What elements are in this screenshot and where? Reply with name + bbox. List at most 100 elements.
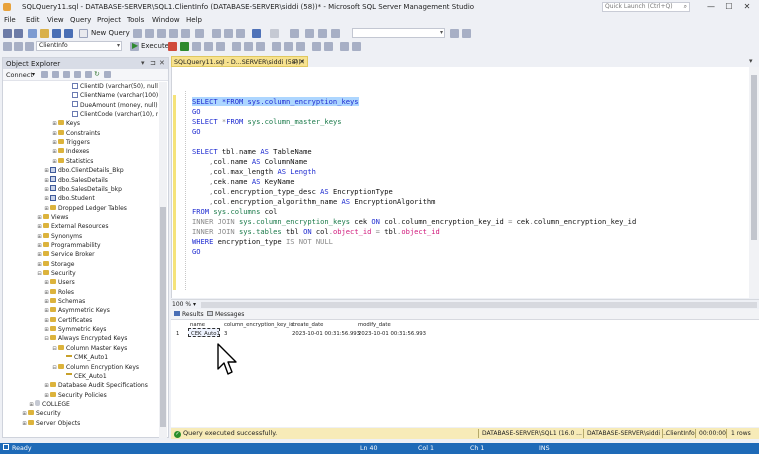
comment-icon[interactable] [312, 42, 321, 51]
menu-help[interactable]: Help [186, 16, 202, 24]
tab-messages[interactable]: Messages [207, 311, 244, 318]
find-icon[interactable] [450, 29, 459, 38]
tree-node[interactable]: DueAmount (money, null) [65, 101, 158, 110]
menu-query[interactable]: Query [70, 16, 91, 24]
menu-edit[interactable]: Edit [26, 16, 40, 24]
close-button[interactable]: ✕ [740, 1, 754, 13]
chevron-down-icon[interactable]: ▾ [32, 71, 35, 78]
close-icon[interactable]: ✕ [299, 58, 305, 66]
tree-node[interactable]: ⊞ Synonyms [36, 232, 82, 241]
menu-window[interactable]: Window [152, 16, 180, 24]
results-to-grid-icon[interactable] [284, 42, 293, 51]
object-explorer-scrollbar[interactable] [159, 82, 167, 438]
tree-node[interactable]: ⊞ Dropped Ledger Tables [43, 204, 127, 213]
tree-node[interactable]: ⊞ Schemas [43, 297, 85, 306]
tree-node[interactable]: ⊟ Column Encryption Keys [51, 363, 139, 372]
tree-node[interactable]: ⊞ Users [43, 278, 75, 287]
tree-node[interactable]: ⊞ dbo.Student [43, 194, 95, 203]
tree-node[interactable]: ⊞ Symmetric Keys [43, 325, 106, 334]
tree-node[interactable]: ⊞ Security Policies [43, 391, 107, 400]
tree-node[interactable]: CMK_Auto1 [59, 353, 108, 362]
tree-node[interactable]: ⊞ Keys [51, 119, 80, 128]
pin-icon[interactable]: ⊐ [150, 59, 156, 67]
clear-filter-icon[interactable] [85, 71, 92, 78]
save-all-icon[interactable] [64, 29, 73, 38]
database-engine-query-icon[interactable] [133, 29, 142, 38]
solution-explorer-icon[interactable] [305, 29, 314, 38]
tree-node[interactable]: ⊞ dbo.ClientDetails_Bkp [43, 166, 124, 175]
zoom-select[interactable]: 100 % ▾ [172, 301, 196, 308]
column-header-modify-date[interactable]: modify_date [358, 322, 391, 328]
collapse-icon[interactable]: ⊟ [51, 345, 58, 354]
maximize-button[interactable]: ☐ [722, 1, 736, 13]
menu-view[interactable]: View [47, 16, 64, 24]
back-icon[interactable] [3, 29, 12, 38]
tree-node[interactable]: ⊞ Service Broker [36, 250, 95, 259]
menu-project[interactable]: Project [97, 16, 121, 24]
live-stats-icon[interactable] [244, 42, 253, 51]
tree-node[interactable]: ClientName (varchar(100), null) [65, 91, 158, 100]
toolbox-icon[interactable] [331, 29, 340, 38]
collapse-icon[interactable]: ⊟ [51, 364, 58, 373]
tree-node[interactable]: CEK_Auto1 [59, 372, 107, 381]
close-icon[interactable]: ✕ [159, 59, 165, 67]
search-combo[interactable]: ▾ [352, 28, 445, 38]
connect-icon[interactable] [3, 42, 12, 51]
tree-node[interactable]: ⊞ Server Objects [21, 419, 80, 428]
tree-node[interactable]: ⊞ Statistics [51, 157, 93, 166]
tree-node[interactable]: ⊟ Column Master Keys [51, 344, 127, 353]
paste-icon[interactable] [236, 29, 245, 38]
properties-icon[interactable] [318, 29, 327, 38]
results-to-text-icon[interactable] [272, 42, 281, 51]
tree-node[interactable]: ⊞ Storage [36, 260, 74, 269]
sql-editor[interactable]: SELECT *FROM sys.column_encryption_keys G… [171, 67, 759, 298]
tree-node[interactable]: ⊞ dbo.SalesDetails [43, 176, 108, 185]
editor-horizontal-scrollbar[interactable] [201, 302, 757, 308]
tree-node[interactable]: ClientCode (varchar(10), null) [65, 110, 158, 119]
tab-list-dropdown[interactable]: ▾ [749, 57, 753, 65]
activity-icon[interactable] [104, 71, 111, 78]
cancel-query-icon[interactable] [168, 42, 177, 51]
minimize-button[interactable]: — [704, 1, 718, 13]
estimated-plan-icon[interactable] [192, 42, 201, 51]
tab-sqlquery11[interactable]: SQLQuery11.sql - D...SERVER\siddi (58))*… [171, 56, 308, 67]
client-stats-icon[interactable] [256, 42, 265, 51]
parse-icon[interactable] [180, 42, 189, 51]
xmla-query-icon[interactable] [181, 29, 190, 38]
analysis-query-icon[interactable] [145, 29, 154, 38]
open-file-icon[interactable] [40, 29, 49, 38]
tree-node[interactable]: ⊞ COLLEGE [28, 400, 70, 409]
results-grid[interactable]: name column_encryption_key_id create_dat… [171, 321, 759, 421]
tree-node[interactable]: ⊟ Always Encrypted Keys [43, 334, 127, 343]
tree-node[interactable]: ⊞ Views [36, 213, 68, 222]
tree-node[interactable]: ⊞ Programmability [36, 241, 101, 250]
connect-button[interactable]: Connect [6, 71, 33, 79]
collapse-icon[interactable]: ⊟ [43, 335, 50, 344]
increase-indent-icon[interactable] [352, 42, 361, 51]
uncomment-icon[interactable] [324, 42, 333, 51]
tab-results[interactable]: Results [174, 311, 204, 318]
stop-icon[interactable] [63, 71, 70, 78]
tree-node[interactable]: ⊞ Certificates [43, 316, 92, 325]
cut-icon[interactable] [212, 29, 221, 38]
editor-vertical-scrollbar[interactable] [749, 67, 759, 298]
quick-launch-input[interactable]: Quick Launch (Ctrl+Q) ⌕ [602, 2, 690, 12]
pin-icon[interactable]: ⊐ [292, 58, 297, 65]
results-to-file-icon[interactable] [296, 42, 305, 51]
dmx-query-icon[interactable] [169, 29, 178, 38]
new-query-icon[interactable] [79, 29, 88, 38]
connect-object-icon[interactable] [41, 71, 48, 78]
query-options-icon[interactable] [204, 42, 213, 51]
mdx-query-icon[interactable] [157, 29, 166, 38]
tree-node[interactable]: ⊞ Roles [43, 288, 74, 297]
tree-node[interactable]: ⊞ Database Audit Specifications [43, 381, 148, 390]
undo-icon[interactable] [252, 29, 261, 38]
cell-name[interactable]: CEK_Auto1 [191, 331, 220, 337]
menu-tools[interactable]: Tools [127, 16, 144, 24]
menu-file[interactable]: File [4, 16, 16, 24]
actual-plan-icon[interactable] [232, 42, 241, 51]
tree-node[interactable]: ⊞ Triggers [51, 138, 90, 147]
cell-key-id[interactable]: 3 [224, 331, 227, 337]
tree-node[interactable]: ⊞ Indexes [51, 147, 89, 156]
toolbar-options-icon[interactable] [462, 29, 471, 38]
